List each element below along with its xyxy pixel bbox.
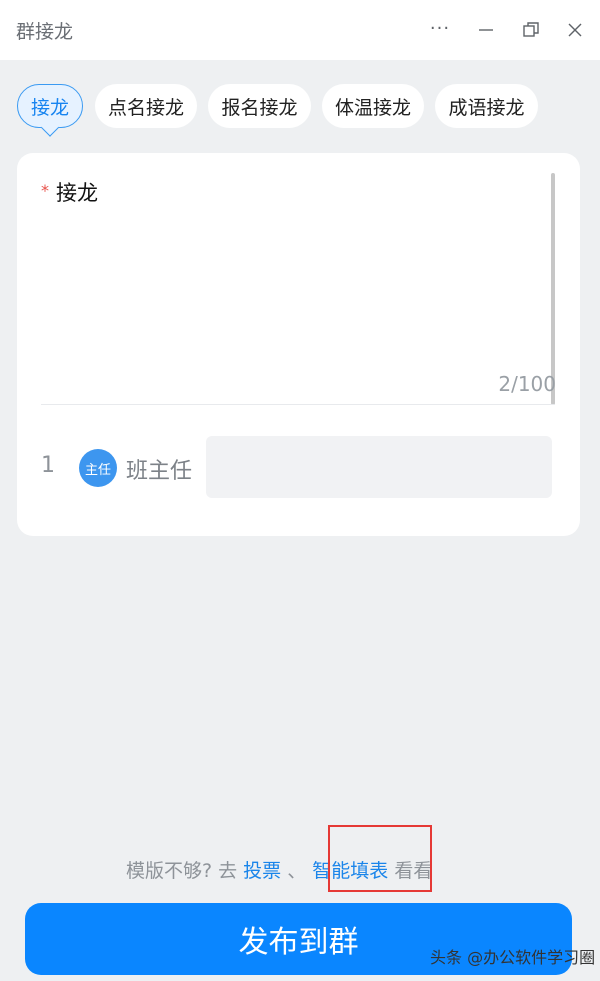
- topic-textarea[interactable]: 接龙: [56, 177, 98, 207]
- avatar: 主任: [79, 449, 117, 487]
- jielong-card: * 接龙 2/100 1 主任 班主任: [17, 153, 580, 536]
- more-icon[interactable]: ···: [428, 16, 452, 40]
- tab-temperature[interactable]: 体温接龙: [322, 84, 424, 128]
- close-icon[interactable]: [563, 18, 587, 42]
- divider: [41, 404, 555, 405]
- watermark: 头条 @办公软件学习圈: [430, 944, 595, 968]
- tab-label: 报名接龙: [221, 96, 298, 119]
- tab-label: 接龙: [30, 96, 69, 119]
- required-mark: *: [41, 181, 49, 200]
- highlight-annotation: [328, 825, 432, 892]
- tab-label: 成语接龙: [448, 96, 525, 119]
- watermark-text: 头条 @办公软件学习圈: [430, 948, 596, 967]
- tab-roll-call[interactable]: 点名接龙: [95, 84, 197, 128]
- hint-separator: 、: [287, 860, 307, 882]
- tab-label: 体温接龙: [334, 96, 411, 119]
- title-bar: 群接龙 ···: [0, 0, 600, 60]
- hint-prefix: 模版不够? 去: [126, 860, 238, 882]
- char-counter: 2/100: [498, 372, 556, 396]
- avatar-text: 主任: [84, 462, 111, 478]
- entry-input[interactable]: [206, 436, 552, 498]
- minimize-icon[interactable]: [474, 18, 498, 42]
- tab-idiom[interactable]: 成语接龙: [435, 84, 538, 128]
- restore-icon[interactable]: [519, 18, 543, 42]
- tab-active-pointer: [40, 118, 60, 137]
- window-title: 群接龙: [16, 21, 74, 43]
- tab-signup[interactable]: 报名接龙: [208, 84, 311, 128]
- row-index: 1: [41, 453, 55, 478]
- scrollbar[interactable]: [551, 173, 555, 405]
- tab-label: 点名接龙: [107, 96, 184, 119]
- participant-name: 班主任: [126, 459, 193, 484]
- tab-jielong[interactable]: 接龙: [17, 84, 83, 137]
- vote-link[interactable]: 投票: [243, 860, 281, 882]
